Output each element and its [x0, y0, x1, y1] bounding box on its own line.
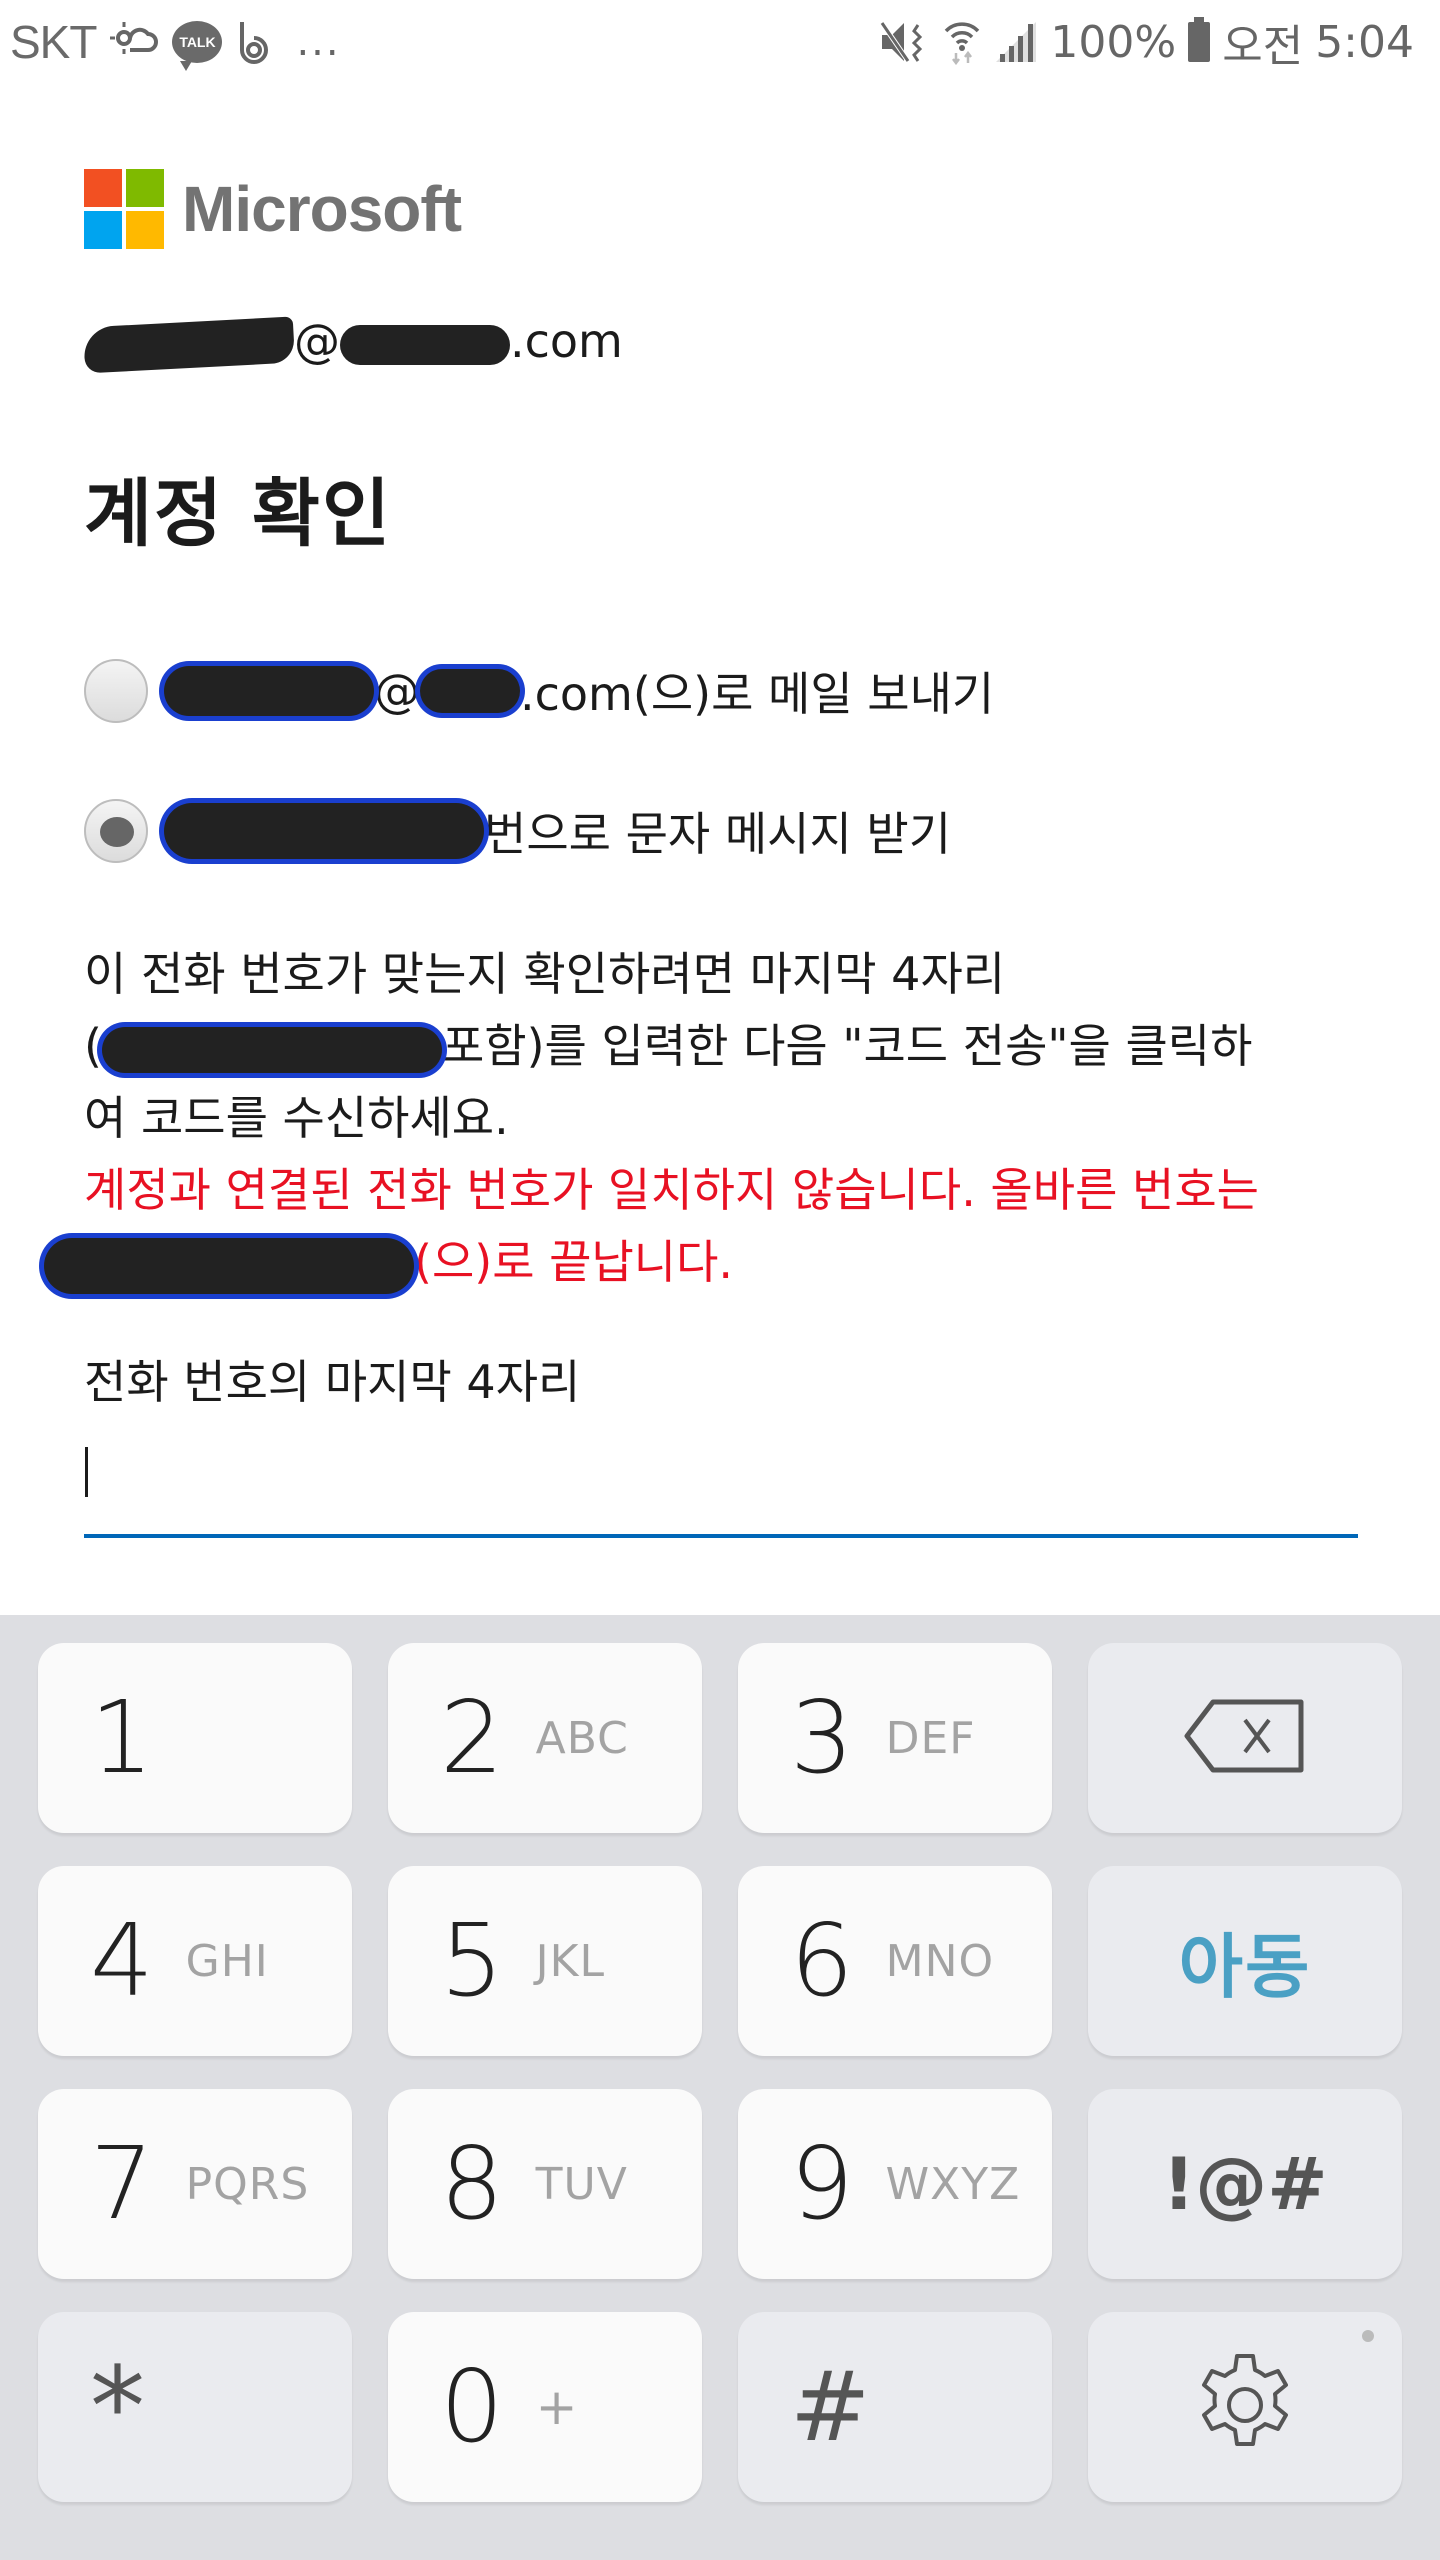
radio-email[interactable] [84, 659, 148, 723]
clock: 5:04 [1315, 16, 1414, 68]
battery-icon [1188, 17, 1211, 62]
logo-square-yellow [126, 211, 164, 249]
key-2[interactable]: 2 ABC [388, 1643, 702, 1833]
key-hash[interactable]: # [738, 2312, 1052, 2502]
numeric-keypad: 1 2 ABC 3 DEF 4 GHI 5 JKL 6 MNO 아동 7 PQRS 8 TUV… [0, 1615, 1440, 2560]
settings-indicator-dot [1362, 2330, 1374, 2342]
ampm-label: 오전 [1222, 21, 1304, 72]
redacted-scribble [44, 1237, 414, 1294]
redacted-scribble [164, 803, 484, 859]
redacted-scribble [101, 1026, 442, 1073]
key-6[interactable]: 6 MNO [738, 1866, 1052, 2056]
key-8[interactable]: 8 TUV [388, 2089, 702, 2279]
logo-square-green [126, 169, 164, 207]
last-4-digits-input[interactable] [84, 1434, 1358, 1538]
microsoft-wordmark: Microsoft [182, 173, 462, 245]
mute-vibrate-icon [880, 19, 930, 65]
key-language-switch[interactable]: 아동 [1088, 1866, 1402, 2056]
band-icon [234, 18, 274, 66]
text-caret [85, 1447, 88, 1497]
key-symbols[interactable]: !@# [1088, 2089, 1402, 2279]
instructions-text: 이 전화 번호가 맞는지 확인하려면 마지막 4자리 (포함)를 입력한 다음 … [84, 947, 1253, 1145]
key-1[interactable]: 1 [38, 1643, 352, 1833]
redacted-scribble [82, 316, 296, 373]
more-notifications: ... [296, 19, 341, 65]
option-sms-label: 번으로 문자 메시지 받기 [484, 807, 952, 861]
signal-icon [994, 20, 1038, 64]
battery-percent: 100% [1050, 16, 1177, 68]
redacted-scribble [164, 666, 374, 716]
weather-cloud-icon [108, 20, 160, 64]
logo-square-red [84, 169, 122, 207]
key-7[interactable]: 7 PQRS [38, 2089, 352, 2279]
microsoft-logo: Microsoft [84, 169, 462, 249]
kakaotalk-icon: TALK [172, 21, 223, 71]
key-9[interactable]: 9 WXYZ [738, 2089, 1052, 2279]
error-message: 계정과 연결된 전화 번호가 일치하지 않습니다. 올바른 번호는 (으)로 끝… [44, 1154, 1374, 1298]
radio-sms[interactable] [84, 799, 148, 863]
carrier-label: SKT [10, 16, 97, 68]
redacted-scribble [420, 669, 520, 713]
option-email-label: .com(으)로 메일 보내기 [520, 667, 995, 721]
key-settings[interactable] [1088, 2312, 1402, 2502]
key-backspace[interactable] [1088, 1643, 1402, 1833]
option-email[interactable]: @ .com(으)로 메일 보내기 [84, 658, 994, 724]
key-0[interactable]: 0 + [388, 2312, 702, 2502]
gear-icon [1190, 2350, 1300, 2464]
account-email: @ .com [82, 314, 623, 373]
backspace-icon [1183, 1698, 1307, 1778]
key-4[interactable]: 4 GHI [38, 1866, 352, 2056]
key-star[interactable]: * [38, 2312, 352, 2502]
status-bar: SKT TALK ... 100% 오전 5:04 [0, 0, 1440, 84]
key-5[interactable]: 5 JKL [388, 1866, 702, 2056]
last-4-digits-label: 전화 번호의 마지막 4자리 [84, 1355, 581, 1409]
page-title: 계정 확인 [84, 471, 393, 557]
wifi-icon [942, 19, 982, 65]
microsoft-squares-icon [84, 169, 164, 249]
redacted-scribble [340, 324, 510, 365]
key-3[interactable]: 3 DEF [738, 1643, 1052, 1833]
logo-square-blue [84, 211, 122, 249]
option-sms[interactable]: 번으로 문자 메시지 받기 [84, 798, 951, 864]
